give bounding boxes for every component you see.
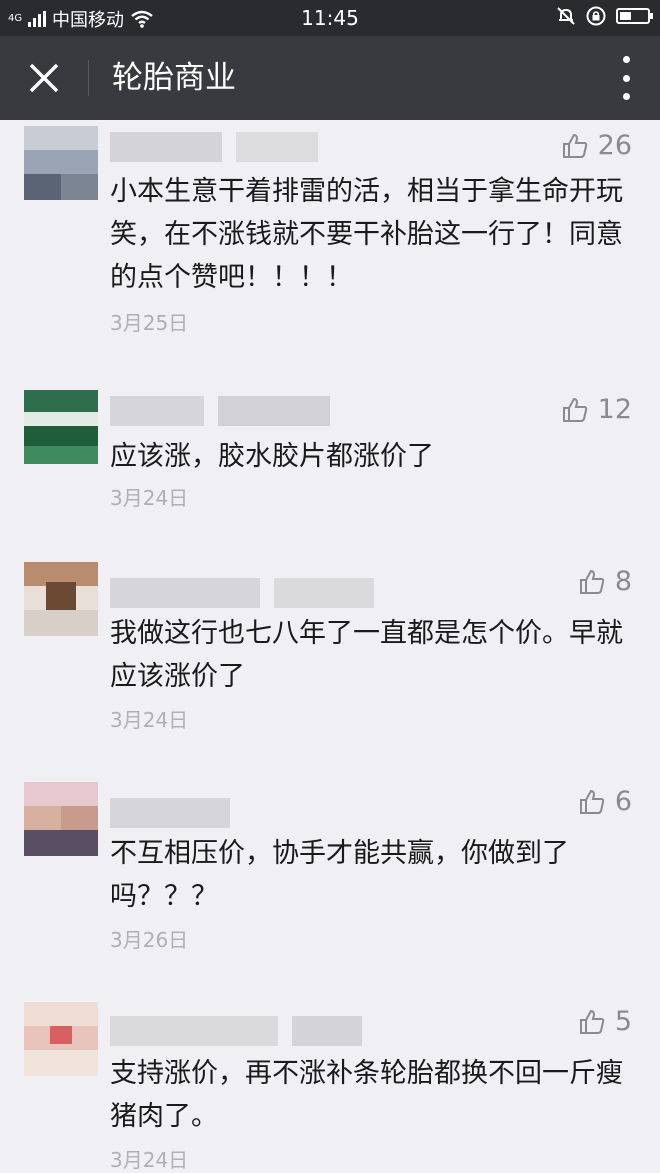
avatar[interactable]	[24, 562, 98, 636]
comment-text: 我做这行也七八年了一直都是怎个价。早就应该涨价了	[110, 618, 623, 692]
avatar[interactable]	[24, 1002, 98, 1076]
avatar[interactable]	[24, 782, 98, 856]
like-button[interactable]: 12	[562, 394, 632, 425]
comment-text: 支持涨价，再不涨补条轮胎都换不回一斤瘦猪肉了。	[110, 1058, 623, 1132]
comment-text: 小本生意干着排雷的活，相当于拿生命开玩笑，在不涨钱就不要干补胎这一行了！同意的点…	[110, 176, 623, 293]
like-count: 6	[614, 786, 632, 817]
battery-icon	[616, 8, 653, 24]
thumbs-up-icon	[579, 569, 605, 594]
more-button[interactable]	[620, 56, 632, 100]
blurred-nickname	[110, 132, 318, 162]
status-right	[556, 6, 653, 26]
rotation-lock-icon	[586, 6, 606, 26]
like-button[interactable]: 5	[579, 1006, 632, 1037]
like-button[interactable]: 26	[562, 130, 632, 161]
blurred-nickname	[110, 578, 374, 608]
comment-date: 3月24日	[110, 1148, 189, 1172]
page-title: 轮胎商业	[112, 60, 236, 96]
like-button[interactable]: 6	[579, 786, 632, 817]
comment-date: 3月24日	[110, 708, 189, 732]
like-count: 5	[614, 1006, 632, 1037]
comment-list[interactable]: 26 小本生意干着排雷的活，相当于拿生命开玩笑，在不涨钱就不要干补胎这一行了！同…	[0, 120, 660, 1173]
blurred-nickname	[110, 1016, 362, 1046]
comment-date: 3月24日	[110, 486, 189, 510]
thumbs-up-icon	[579, 789, 605, 814]
close-button[interactable]	[20, 54, 68, 102]
comment-text: 不互相压价，协手才能共赢，你做到了吗？？？	[110, 838, 569, 912]
blurred-nickname	[110, 396, 330, 426]
thumbs-up-icon	[562, 133, 587, 158]
avatar[interactable]	[24, 126, 98, 200]
comment-text: 应该涨，胶水胶片都涨价了	[110, 441, 434, 472]
header-bar: 轮胎商业	[0, 36, 660, 120]
comment-date: 3月25日	[110, 311, 189, 335]
close-icon	[29, 63, 59, 93]
more-vertical-icon	[622, 56, 630, 63]
like-count: 12	[597, 394, 632, 425]
thumbs-up-icon	[579, 1009, 605, 1034]
avatar[interactable]	[24, 390, 98, 464]
comment-date: 3月26日	[110, 928, 189, 952]
thumbs-up-icon	[562, 397, 587, 422]
like-button[interactable]: 8	[579, 566, 632, 597]
blurred-nickname	[110, 798, 230, 828]
like-count: 8	[614, 566, 632, 597]
status-bar: 4G 中国移动 11:45	[0, 0, 660, 36]
header-divider	[88, 60, 89, 96]
like-count: 26	[597, 130, 632, 161]
mute-bell-icon	[557, 7, 575, 25]
